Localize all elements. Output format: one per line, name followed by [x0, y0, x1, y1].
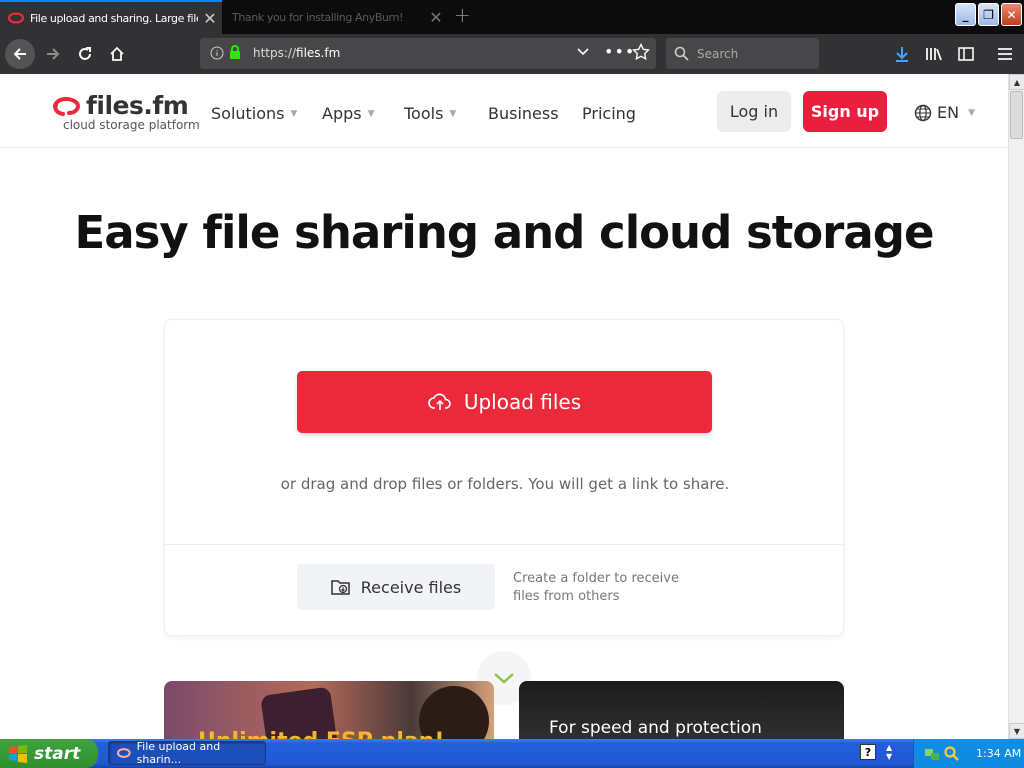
search-tray-icon[interactable]	[944, 745, 960, 762]
windows-logo-icon	[9, 744, 27, 763]
site-logo[interactable]: files.fm cloud storage platform	[52, 91, 200, 132]
language-selector[interactable]: EN ▼	[914, 103, 975, 122]
site-header: files.fm cloud storage platform Solution…	[0, 74, 1008, 148]
taskbar-window-label: File upload and sharin...	[136, 740, 221, 766]
reload-icon	[79, 47, 91, 60]
nav-pricing[interactable]: Pricing	[582, 104, 636, 123]
tab-title: File upload and sharing. Large file	[30, 11, 198, 25]
scrollbar-thumb[interactable]	[1010, 91, 1023, 139]
start-button[interactable]: start	[0, 739, 98, 768]
upload-card: Upload files or drag and drop files or f…	[164, 319, 845, 636]
receive-files-button[interactable]: Receive files	[297, 564, 495, 610]
new-tab-icon[interactable]: +	[454, 3, 471, 27]
search-input[interactable]: Search	[666, 38, 819, 69]
files-fm-logo-icon	[53, 96, 81, 116]
nav-tools[interactable]: Tools ▼	[404, 104, 456, 123]
back-button[interactable]	[5, 39, 35, 69]
receive-files-label: Receive files	[360, 577, 462, 597]
web-page: files.fm cloud storage platform Solution…	[0, 74, 1008, 739]
logo-tagline: cloud storage platform	[63, 118, 200, 132]
feature-card-title: For speed and protection	[549, 718, 762, 738]
help-icon[interactable]: ?	[860, 744, 876, 760]
chevron-down-icon: ▼	[968, 107, 975, 118]
library-icon[interactable]	[923, 43, 945, 65]
nav-business[interactable]: Business	[488, 104, 559, 123]
nav-solutions[interactable]: Solutions ▼	[211, 104, 297, 123]
tray-expand-icon[interactable]: ▲ ▼	[886, 743, 892, 761]
receive-files-description: Create a folder to receive files from ot…	[513, 571, 679, 604]
chevron-down-icon: ▼	[449, 108, 457, 119]
back-arrow-icon	[13, 48, 26, 60]
clock: 1:34 AM	[976, 747, 1022, 760]
scroll-down-arrow-icon[interactable]: ▼	[1009, 723, 1024, 739]
minimize-button[interactable]: _	[955, 3, 976, 26]
sidebar-icon[interactable]	[955, 43, 977, 65]
card-divider	[165, 544, 845, 545]
url-bar[interactable]: https://files.fm •••	[200, 38, 656, 69]
scroll-up-arrow-icon[interactable]: ▲	[1009, 74, 1024, 90]
nav-apps-label: Apps	[322, 104, 362, 123]
search-placeholder: Search	[697, 46, 739, 61]
globe-icon	[914, 104, 932, 121]
language-label: EN	[937, 103, 960, 122]
home-button[interactable]	[102, 39, 132, 69]
page-actions-icon[interactable]: •••	[604, 42, 635, 61]
chevron-down-icon	[494, 673, 514, 684]
nav-apps[interactable]: Apps ▼	[322, 104, 375, 123]
url-text: https://files.fm	[253, 46, 341, 60]
taskbar-window-firefox[interactable]: File upload and sharin...	[108, 740, 266, 766]
search-icon	[674, 46, 689, 61]
bookmark-star-icon[interactable]	[631, 42, 651, 64]
lock-icon	[229, 45, 241, 63]
home-icon	[110, 46, 124, 61]
windows-taskbar: start File upload and sharin... ? ▲ ▼ 1:3…	[0, 739, 1024, 768]
site-info-icon[interactable]	[210, 46, 224, 63]
feature-card-title: Unlimited FSP plan!	[198, 729, 444, 739]
tab-close-icon[interactable]: ✕	[424, 8, 448, 27]
nav-tools-label: Tools	[404, 104, 444, 123]
tab-close-icon[interactable]: ✕	[198, 9, 222, 28]
upload-files-button[interactable]: Upload files	[297, 371, 712, 433]
feature-card-speed[interactable]: For speed and protection	[519, 681, 844, 739]
system-tray: 1:34 AM	[913, 739, 1024, 768]
feature-card-unlimited[interactable]: Unlimited FSP plan!	[164, 681, 494, 739]
forward-button[interactable]	[38, 39, 68, 69]
tab-files-fm[interactable]: File upload and sharing. Large file ✕	[0, 0, 222, 34]
menu-icon[interactable]	[994, 43, 1016, 65]
hero-title: Easy file sharing and cloud storage	[74, 206, 935, 259]
chevron-down-icon: ▼	[290, 108, 298, 119]
logo-name: files.fm	[86, 91, 189, 120]
maximize-button[interactable]: ❐	[978, 3, 999, 26]
upload-files-label: Upload files	[463, 390, 582, 414]
chevron-down-icon: ▼	[367, 108, 375, 119]
forward-arrow-icon	[47, 48, 60, 60]
files-fm-favicon-icon	[8, 12, 24, 24]
browser-tab-strip: File upload and sharing. Large file ✕ Th…	[0, 0, 1024, 34]
nav-pricing-label: Pricing	[582, 104, 636, 123]
page-scrollbar[interactable]: ▲ ▼	[1008, 74, 1024, 739]
network-icon[interactable]	[924, 747, 940, 761]
nav-business-label: Business	[488, 104, 559, 123]
cloud-upload-icon	[428, 393, 451, 410]
login-button[interactable]: Log in	[717, 91, 791, 132]
files-fm-favicon-icon	[117, 748, 131, 758]
start-label: start	[34, 743, 81, 764]
folder-receive-icon	[331, 580, 350, 595]
nav-solutions-label: Solutions	[211, 104, 285, 123]
downloads-icon[interactable]	[891, 43, 913, 65]
browser-toolbar: https://files.fm ••• Search	[0, 34, 1024, 74]
close-window-button[interactable]: ✕	[1001, 3, 1022, 26]
drag-drop-text: or drag and drop files or folders. You w…	[280, 475, 730, 493]
tab-anyburn[interactable]: Thank you for installing AnyBurn! ✕	[224, 0, 448, 34]
reload-button[interactable]	[70, 39, 100, 69]
chevron-down-icon[interactable]	[576, 44, 590, 61]
signup-button[interactable]: Sign up	[803, 91, 887, 132]
tab-title: Thank you for installing AnyBurn!	[232, 10, 404, 24]
